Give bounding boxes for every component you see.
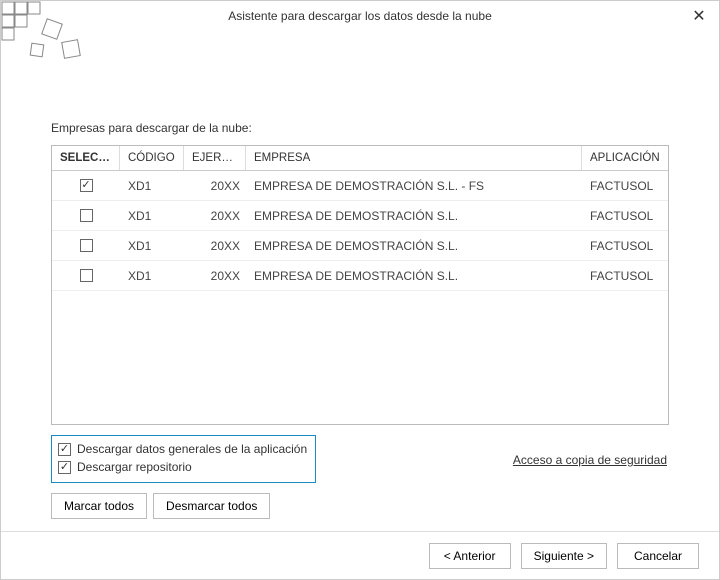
table-row[interactable]: XD120XXEMPRESA DE DEMOSTRACIÓN S.L.FACTU… — [52, 201, 668, 231]
table-row[interactable]: XD120XXEMPRESA DE DEMOSTRACIÓN S.L.FACTU… — [52, 231, 668, 261]
table-row[interactable]: XD120XXEMPRESA DE DEMOSTRACIÓN S.L.FACTU… — [52, 261, 668, 291]
cell-codigo: XD1 — [120, 265, 184, 287]
cell-empresa: EMPRESA DE DEMOSTRACIÓN S.L. - FS — [246, 175, 582, 197]
window-title: Asistente para descargar los datos desde… — [228, 9, 492, 23]
backup-access-link[interactable]: Acceso a copia de seguridad — [513, 453, 667, 467]
download-options-box: Descargar datos generales de la aplicaci… — [51, 435, 316, 483]
col-empresa[interactable]: EMPRESA — [246, 146, 582, 170]
table-body[interactable]: XD120XXEMPRESA DE DEMOSTRACIÓN S.L. - FS… — [52, 171, 668, 424]
cell-aplicacion: FACTUSOL — [582, 175, 668, 197]
close-icon: ✕ — [692, 8, 705, 25]
wizard-window: Asistente para descargar los datos desde… — [0, 0, 720, 580]
cell-aplicacion: FACTUSOL — [582, 235, 668, 257]
col-aplicacion[interactable]: APLICACIÓN — [582, 146, 668, 170]
next-button[interactable]: Siguiente > — [521, 543, 607, 569]
cell-codigo: XD1 — [120, 205, 184, 227]
back-button[interactable]: < Anterior — [429, 543, 511, 569]
app-logo-icon — [1, 1, 91, 71]
cell-empresa: EMPRESA DE DEMOSTRACIÓN S.L. — [246, 235, 582, 257]
table-row[interactable]: XD120XXEMPRESA DE DEMOSTRACIÓN S.L. - FS… — [52, 171, 668, 201]
row-checkbox[interactable] — [80, 239, 93, 252]
cell-seleccion — [52, 265, 120, 286]
cell-aplicacion: FACTUSOL — [582, 205, 668, 227]
cell-ejercicio: 20XX — [184, 175, 246, 197]
col-codigo[interactable]: CÓDIGO — [120, 146, 184, 170]
checkbox-general-data[interactable] — [58, 443, 71, 456]
cell-seleccion — [52, 205, 120, 226]
row-checkbox[interactable] — [80, 179, 93, 192]
cell-seleccion — [52, 175, 120, 196]
row-checkbox[interactable] — [80, 269, 93, 282]
cell-ejercicio: 20XX — [184, 205, 246, 227]
titlebar: Asistente para descargar los datos desde… — [1, 1, 719, 31]
cancel-button[interactable]: Cancelar — [617, 543, 699, 569]
mark-all-button[interactable]: Marcar todos — [51, 493, 147, 519]
cell-seleccion — [52, 235, 120, 256]
row-checkbox[interactable] — [80, 209, 93, 222]
col-seleccion[interactable]: SELECCI... — [52, 146, 120, 170]
cell-empresa: EMPRESA DE DEMOSTRACIÓN S.L. — [246, 205, 582, 227]
cell-aplicacion: FACTUSOL — [582, 265, 668, 287]
unmark-all-button[interactable]: Desmarcar todos — [153, 493, 270, 519]
option-general-data[interactable]: Descargar datos generales de la aplicaci… — [58, 440, 307, 458]
close-button[interactable]: ✕ — [687, 5, 711, 29]
section-label: Empresas para descargar de la nube: — [51, 121, 669, 135]
wizard-footer: < Anterior Siguiente > Cancelar — [1, 531, 719, 579]
cell-ejercicio: 20XX — [184, 265, 246, 287]
option-repository[interactable]: Descargar repositorio — [58, 458, 307, 476]
cell-codigo: XD1 — [120, 235, 184, 257]
cell-ejercicio: 20XX — [184, 235, 246, 257]
option-repository-label: Descargar repositorio — [77, 460, 192, 474]
option-general-data-label: Descargar datos generales de la aplicaci… — [77, 442, 307, 456]
cell-empresa: EMPRESA DE DEMOSTRACIÓN S.L. — [246, 265, 582, 287]
checkbox-repository[interactable] — [58, 461, 71, 474]
table-header-row: SELECCI... CÓDIGO EJERCICIO EMPRESA APLI… — [52, 146, 668, 171]
companies-table: SELECCI... CÓDIGO EJERCICIO EMPRESA APLI… — [51, 145, 669, 425]
cell-codigo: XD1 — [120, 175, 184, 197]
col-ejercicio[interactable]: EJERCICIO — [184, 146, 246, 170]
